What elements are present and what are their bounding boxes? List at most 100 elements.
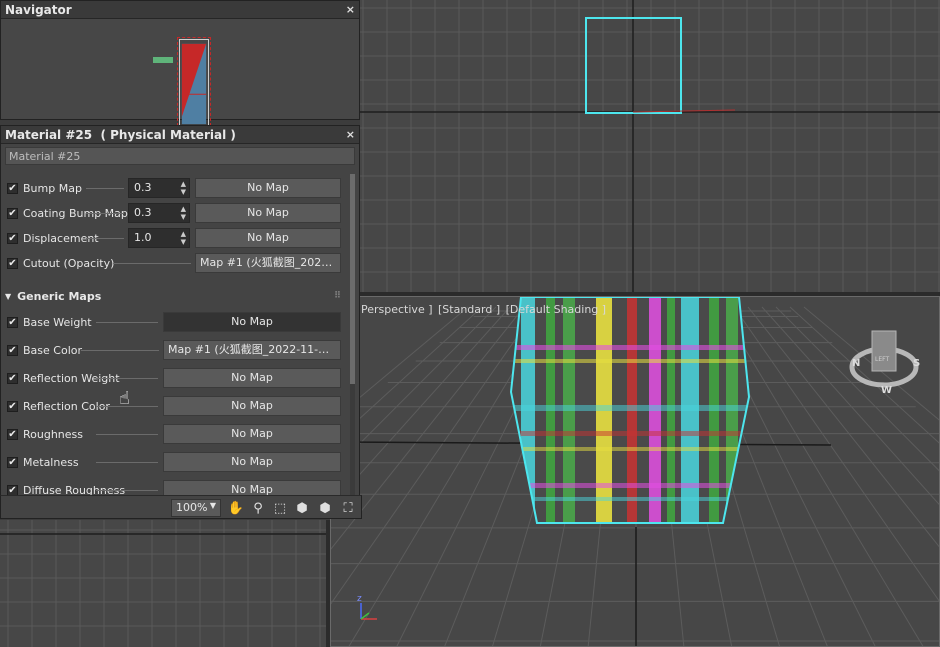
viewport-display-label[interactable]: [Default Shading ]	[506, 303, 606, 316]
top-grid	[360, 0, 940, 292]
svg-text:S: S	[913, 358, 920, 369]
enable-checkbox[interactable]: ✔	[7, 428, 18, 440]
map-slot-button[interactable]: No Map	[163, 452, 341, 472]
rollout-grip-icon[interactable]: ⠿	[334, 291, 341, 301]
map-label: Bump Map	[23, 181, 82, 195]
zoom-extents-selected-icon[interactable]: ⬢	[316, 499, 334, 517]
rollout-collapse-icon[interactable]: ▼	[5, 292, 11, 301]
hand-cursor-icon: ☝	[119, 388, 130, 409]
row-leader-line	[86, 213, 124, 214]
zoom-extents-icon[interactable]: ⬢	[293, 499, 311, 517]
material-panel: Material #25 ( Physical Material ) × Mat…	[0, 125, 360, 518]
spinner-arrows-icon[interactable]: ▲ ▼	[181, 180, 186, 196]
row-leader-line	[86, 238, 124, 239]
material-name-field[interactable]: Material #25	[5, 147, 355, 165]
spinner-arrows-icon[interactable]: ▲ ▼	[181, 205, 186, 221]
map-label: Base Color	[23, 343, 83, 357]
material-scrollbar[interactable]	[350, 174, 355, 514]
map-label: Base Weight	[23, 315, 92, 329]
amount-spinner[interactable]: 1.0 ▲ ▼	[128, 228, 190, 248]
left-viewport[interactable]	[0, 520, 330, 647]
zoom-value: 100%	[176, 501, 208, 514]
perspective-scene: z LEFT N S W	[331, 297, 939, 646]
left-grid	[0, 520, 330, 647]
map-label: Roughness	[23, 427, 84, 441]
svg-text:z: z	[357, 594, 362, 604]
zoom-magnifier-icon[interactable]: ⚲	[249, 499, 267, 517]
enable-checkbox[interactable]: ✔	[7, 344, 18, 356]
navigator-titlebar[interactable]: Navigator ×	[1, 1, 359, 19]
generic-map-row: ✔ Metalness	[7, 452, 79, 472]
enable-checkbox[interactable]: ✔	[7, 372, 18, 384]
map-slot-button[interactable]: No Map	[163, 368, 341, 388]
amount-spinner[interactable]: 0.3 ▲ ▼	[128, 178, 190, 198]
svg-text:N: N	[852, 358, 860, 369]
generic-maps-rollout[interactable]: ▼ Generic Maps ⠿	[1, 286, 347, 306]
map-slot-button[interactable]: Map #1 (火狐截图_2022-11-07T...	[163, 340, 341, 360]
generic-maps-title: Generic Maps	[17, 289, 102, 303]
enable-checkbox[interactable]: ✔	[7, 257, 18, 269]
row-leader-line	[96, 378, 158, 379]
navigator-panel: Navigator ×	[0, 0, 360, 131]
enable-checkbox[interactable]: ✔	[7, 400, 18, 412]
zoom-region-icon[interactable]: ⬚	[271, 499, 289, 517]
viewcube-box	[871, 330, 897, 372]
enable-checkbox[interactable]: ✔	[7, 232, 18, 244]
navigator-title: Navigator	[5, 2, 72, 17]
enable-checkbox[interactable]: ✔	[7, 456, 18, 468]
svg-text:W: W	[881, 385, 892, 396]
row-leader-line	[96, 490, 158, 491]
generic-map-row: ✔ Reflection Color	[7, 396, 110, 416]
map-slot-button[interactable]: No Map	[163, 424, 341, 444]
textured-box	[511, 297, 749, 523]
viewport-pov-label[interactable]: Perspective ]	[361, 303, 433, 316]
row-leader-line	[96, 434, 158, 435]
row-leader-line	[86, 188, 124, 189]
navigator-node[interactable]	[153, 57, 173, 63]
special-map-row: ✔ Displacement	[7, 228, 99, 248]
chevron-down-icon: ▼	[209, 501, 216, 510]
perspective-viewport[interactable]: z LEFT N S W Perspective ] [Standard ] […	[330, 296, 940, 647]
amount-value: 0.3	[134, 206, 152, 219]
map-slot-button[interactable]: No Map	[195, 228, 341, 248]
navigator-close-icon[interactable]: ×	[346, 3, 355, 16]
enable-checkbox[interactable]: ✔	[7, 316, 18, 328]
map-slot-button[interactable]: Map #1 (火狐截图_2022-1...	[195, 253, 341, 273]
material-titlebar[interactable]: Material #25 ( Physical Material ) ×	[1, 126, 359, 144]
row-leader-line	[81, 350, 159, 351]
map-slot-button[interactable]: No Map	[195, 178, 341, 198]
generic-map-row: ✔ Roughness	[7, 424, 83, 444]
material-scrollbar-thumb[interactable]	[350, 174, 355, 384]
material-editor-toolbar: 100% ▼ ✋ ⚲ ⬚ ⬢ ⬢ ⛶	[0, 495, 362, 519]
app-root: z LEFT N S W Perspective ] [Standard ] […	[0, 0, 940, 647]
row-leader-line	[96, 322, 158, 323]
enable-checkbox[interactable]: ✔	[7, 207, 18, 219]
navigator-material-thumbnail[interactable]	[177, 37, 211, 131]
map-slot-button[interactable]: No Map	[163, 396, 341, 416]
map-label: Metalness	[23, 455, 79, 469]
generic-map-row: ✔ Base Weight	[7, 312, 92, 332]
map-slot-button[interactable]: No Map	[163, 312, 341, 332]
spinner-arrows-icon[interactable]: ▲ ▼	[181, 230, 186, 246]
generic-map-row: ✔ Base Color	[7, 340, 82, 360]
map-label: Cutout (Opacity)	[23, 256, 115, 270]
svg-text:LEFT: LEFT	[875, 356, 889, 363]
viewport-shading-label[interactable]: [Standard ]	[438, 303, 500, 316]
row-leader-line	[113, 263, 191, 264]
amount-spinner[interactable]: 0.3 ▲ ▼	[128, 203, 190, 223]
map-slot-button[interactable]: No Map	[195, 203, 341, 223]
amount-value: 1.0	[134, 231, 152, 244]
viewport-label[interactable]: Perspective ] [Standard ] [Default Shadi…	[361, 303, 608, 316]
enable-checkbox[interactable]: ✔	[7, 484, 18, 496]
zoom-dropdown[interactable]: 100% ▼	[171, 499, 221, 517]
maximize-view-icon[interactable]: ⛶	[339, 499, 357, 517]
enable-checkbox[interactable]: ✔	[7, 182, 18, 194]
material-title: Material #25 ( Physical Material )	[5, 127, 236, 142]
pan-hand-icon[interactable]: ✋	[227, 499, 245, 517]
top-viewport[interactable]	[360, 0, 940, 292]
navigator-canvas[interactable]	[1, 19, 359, 131]
special-map-row: ✔ Cutout (Opacity)	[7, 253, 114, 273]
row-leader-line	[96, 462, 158, 463]
material-close-icon[interactable]: ×	[346, 128, 355, 141]
amount-value: 0.3	[134, 181, 152, 194]
